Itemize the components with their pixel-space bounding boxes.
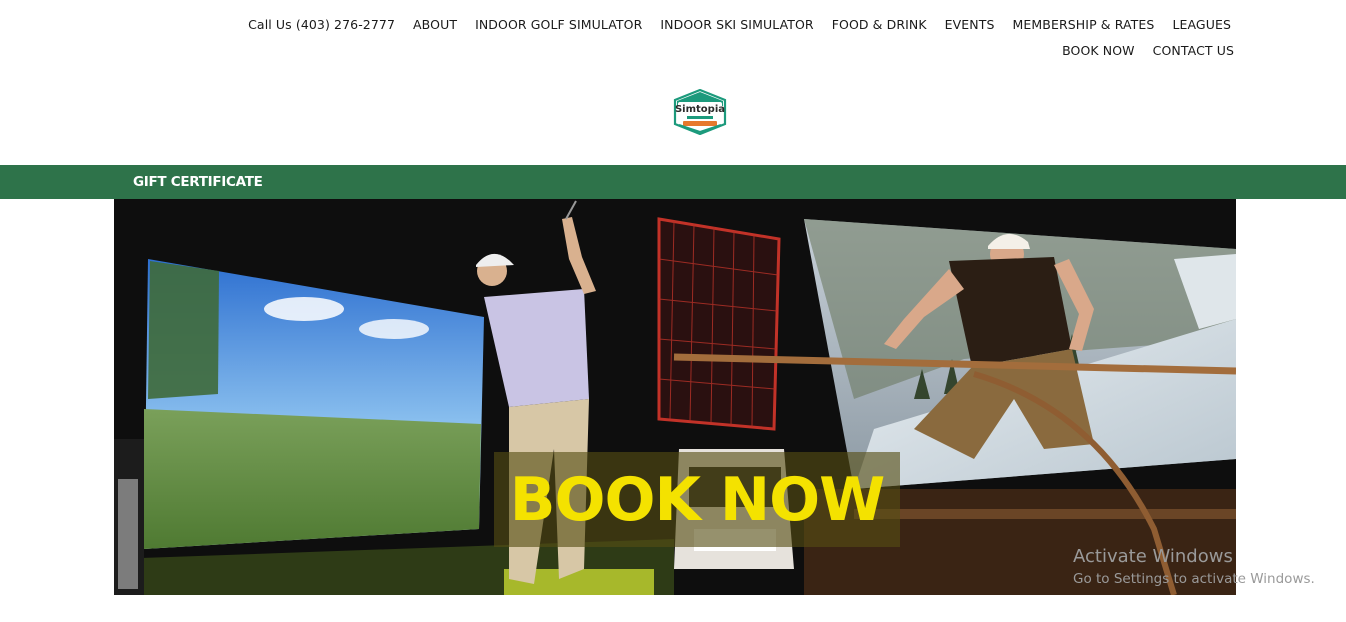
nav-events[interactable]: EVENTS	[936, 15, 1004, 34]
hero-banner[interactable]: BOOK NOW	[114, 199, 1236, 595]
nav-leagues[interactable]: LEAGUES	[1163, 15, 1240, 34]
windows-activation-watermark: Activate Windows Go to Settings to activ…	[1073, 545, 1315, 589]
nav-book-now[interactable]: BOOK NOW	[1053, 41, 1144, 60]
simtopia-logo-icon[interactable]: Simtopia	[673, 88, 727, 136]
svg-text:Simtopia: Simtopia	[675, 104, 725, 115]
nav-indoor-ski-simulator[interactable]: INDOOR SKI SIMULATOR	[651, 15, 822, 34]
nav-contact-us[interactable]: CONTACT US	[1144, 41, 1240, 60]
gift-certificate-link[interactable]: GIFT CERTIFICATE	[133, 165, 263, 199]
nav-about[interactable]: ABOUT	[404, 15, 466, 34]
nav-indoor-golf-simulator[interactable]: INDOOR GOLF SIMULATOR	[466, 15, 651, 34]
book-now-button[interactable]: BOOK NOW	[494, 452, 900, 547]
book-now-label: BOOK NOW	[509, 464, 886, 535]
nav-food-drink[interactable]: FOOD & DRINK	[823, 15, 936, 34]
nav-call-us[interactable]: Call Us (403) 276-2777	[239, 15, 404, 34]
watermark-subtitle: Go to Settings to activate Windows.	[1073, 571, 1315, 587]
watermark-title: Activate Windows	[1073, 546, 1233, 567]
nav-membership-rates[interactable]: MEMBERSHIP & RATES	[1004, 15, 1164, 34]
promo-bar: GIFT CERTIFICATE	[0, 165, 1346, 199]
main-navigation: Call Us (403) 276-2777 ABOUT INDOOR GOLF…	[170, 15, 1240, 60]
